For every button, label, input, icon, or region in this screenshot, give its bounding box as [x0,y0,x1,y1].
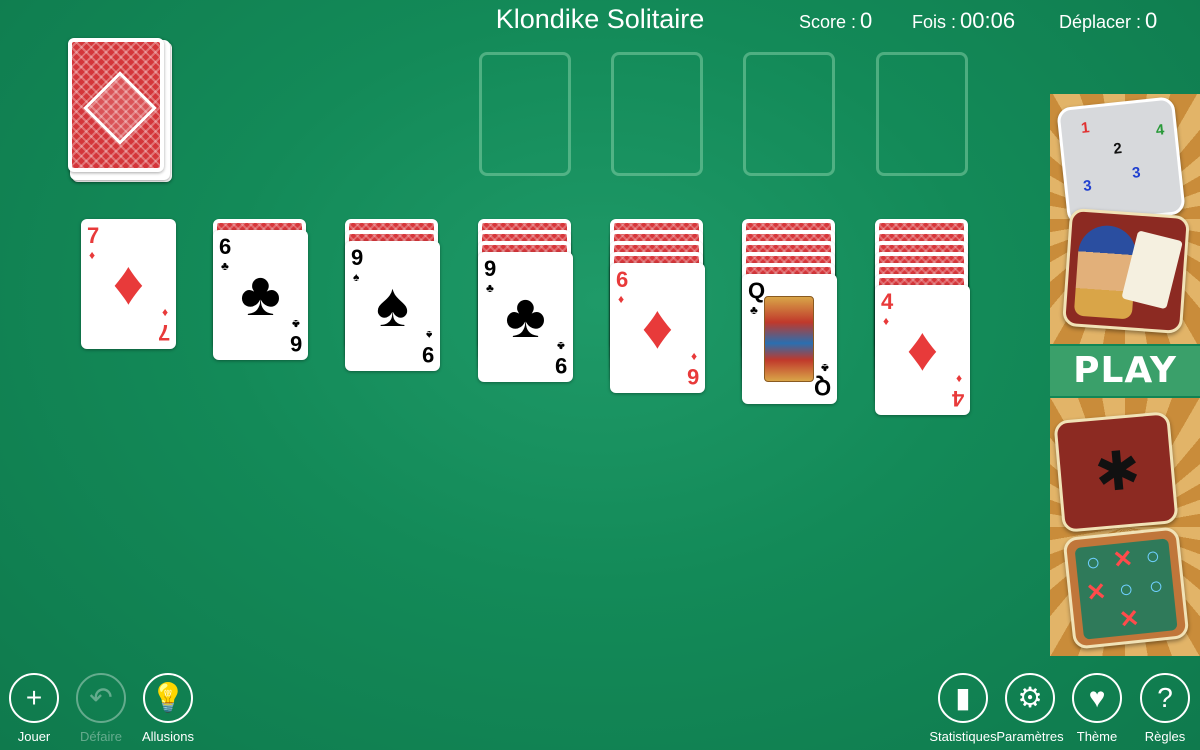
x-mark-icon: ✕ [1111,545,1135,575]
face-up-card[interactable]: 9 ♠ ♠ ♠ 9 [345,241,440,371]
mine-cell: 1 [1080,119,1091,137]
foundation-slot-4[interactable] [876,52,968,176]
card-rank: 6 [289,331,302,356]
promo-games-top[interactable]: 1 2 4 3 3 [1050,94,1200,344]
score-value: 0 [860,8,873,33]
card-rank: 9 [351,245,364,270]
bar-chart-icon: ▮ [938,673,988,723]
undo-button[interactable]: ↶ Défaire [74,673,128,744]
face-up-card[interactable]: 9 ♣ ♣ ♣ 9 [478,252,573,382]
gear-icon: ⚙ [1005,673,1055,723]
play-banner[interactable]: PLAY [1050,346,1200,396]
o-mark-icon: ○ [1147,572,1165,601]
moves-stat: Déplacer :0 [1059,8,1157,34]
card-rank: 6 [686,364,699,389]
plus-icon: + [9,673,59,723]
card-rank: 6 [219,234,232,259]
button-label: Règles [1144,729,1186,744]
o-mark-icon: ○ [1144,542,1162,571]
card-suit-icon: ♦ [161,306,168,320]
egyptian-solitaire-app-icon[interactable] [1062,207,1190,335]
tic-tac-toe-app-icon[interactable]: ○ ✕ ○ ✕ ○ ○ ✕ [1062,526,1190,650]
question-button[interactable]: ? Règles [1138,673,1192,744]
moves-label: Déplacer : [1059,12,1142,32]
time-value: 00:06 [960,8,1016,33]
card-suit-icon: ♣ [821,361,829,375]
card-suit-icon: ♦ [955,372,962,386]
card-back-ornament [83,71,157,145]
tic-tac-toe-grid: ○ ✕ ○ ✕ ○ ○ ✕ [1074,538,1178,640]
mine-cell: 3 [1131,164,1142,182]
card-suit-icon: ♦ [690,350,697,364]
foundation-slot-2[interactable] [611,52,703,176]
x-mark-icon: ✕ [1117,604,1141,634]
spider-solitaire-app-icon[interactable]: ✱ [1053,411,1179,533]
theme-cards-button[interactable]: ♥ Thème [1070,673,1124,744]
game-title: Klondike Solitaire [495,4,705,34]
lightbulb-button[interactable]: 💡 Allusions [141,673,195,744]
card-suit-icon: ♣ [750,303,758,317]
mine-cell: 4 [1154,121,1166,140]
card-suit-icon: ♣ [292,317,300,331]
theme-cards-icon: ♥ [1072,673,1122,723]
face-up-card[interactable]: Q ♣ ♣ Q [742,274,837,404]
card-suit-icon: ♠ [425,328,432,342]
x-mark-icon: ✕ [1084,578,1108,608]
spider-icon: ✱ [1092,440,1143,504]
card-rank: 4 [951,386,964,411]
undo-icon: ↶ [76,673,126,723]
lightbulb-icon: 💡 [143,673,193,723]
card-rank: 9 [554,353,567,378]
card-rank: Q [813,375,831,400]
card-rank: 7 [157,320,170,345]
minesweeper-app-icon[interactable]: 1 2 4 3 3 [1056,96,1186,226]
plus-button[interactable]: + Jouer [7,673,61,744]
face-up-card[interactable]: 6 ♣ ♣ ♣ 6 [213,230,308,360]
mine-cell: 2 [1112,139,1123,158]
card-rank: 6 [616,267,629,292]
queen-portrait-icon [764,296,814,382]
o-mark-icon: ○ [1084,548,1102,577]
foundation-slot-1[interactable] [479,52,571,176]
gear-button[interactable]: ⚙ Paramètres [996,673,1064,744]
card-rank: 7 [87,223,100,248]
bar-chart-button[interactable]: ▮ Statistiques [929,673,997,744]
promo-games-bottom[interactable]: ✱ ○ ✕ ○ ✕ ○ ○ ✕ [1050,398,1200,656]
card-rank: 9 [421,342,434,367]
card-suit-icon: ♣ [557,339,565,353]
score-label: Score : [799,12,857,32]
mine-cell: 3 [1082,177,1093,196]
stock-card-back[interactable] [68,38,164,172]
promo-sidebar[interactable]: 1 2 4 3 3 PLAY ✱ ○ ✕ ○ ✕ ○ ○ ✕ [1050,94,1200,656]
time-stat: Fois :00:06 [912,8,1015,34]
card-rank: Q [748,278,766,303]
moves-value: 0 [1145,8,1158,33]
time-label: Fois : [912,12,957,32]
score-stat: Score :0 [799,8,872,34]
question-icon: ? [1140,673,1190,723]
card-rank: 9 [484,256,497,281]
o-mark-icon: ○ [1117,575,1135,604]
face-up-card[interactable]: 6 ♦ ♦ ♦ 6 [610,263,705,393]
card-rank: 4 [881,289,894,314]
face-up-card[interactable]: 4 ♦ ♦ ♦ 4 [875,285,970,415]
button-label: Allusions [141,729,195,744]
foundation-slot-3[interactable] [743,52,835,176]
face-up-card[interactable]: 7 ♦ ♦ ♦ 7 [81,219,176,349]
